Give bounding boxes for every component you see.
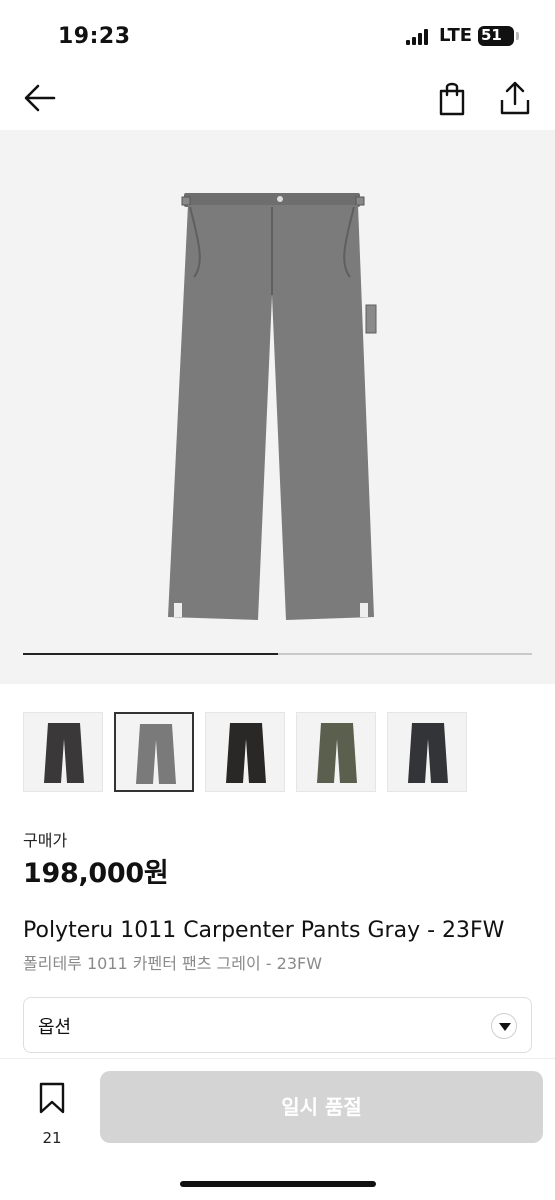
option-label: 옵션 bbox=[38, 1017, 72, 1038]
price-label: 구매가 bbox=[23, 831, 68, 850]
battery-level: 51 bbox=[481, 26, 502, 44]
thumbnail-image bbox=[136, 724, 176, 784]
thumbnail-4[interactable] bbox=[296, 712, 376, 792]
network-type: LTE bbox=[439, 25, 473, 46]
thumbnail-5[interactable] bbox=[387, 712, 467, 792]
sold-out-button[interactable]: 일시 품절 bbox=[100, 1071, 543, 1143]
product-image bbox=[168, 193, 377, 620]
signal-icon bbox=[406, 29, 430, 45]
thumbnail-3[interactable] bbox=[205, 712, 285, 792]
share-button[interactable] bbox=[495, 78, 535, 118]
back-button[interactable] bbox=[20, 78, 60, 118]
product-name-korean: 폴리테루 1011 카펜터 팬츠 그레이 - 23FW bbox=[23, 954, 323, 973]
shopping-bag-icon bbox=[439, 82, 465, 116]
bookmark-icon bbox=[39, 1082, 65, 1114]
chevron-down-icon bbox=[491, 1013, 517, 1039]
product-image-gallery[interactable] bbox=[0, 130, 555, 684]
thumbnail-image bbox=[408, 723, 448, 783]
thumbnail-1[interactable] bbox=[23, 712, 103, 792]
gallery-progress-fill bbox=[23, 653, 278, 655]
arrow-left-icon bbox=[24, 84, 56, 112]
battery-icon: 51 bbox=[478, 26, 519, 46]
status-bar: 19:23 LTE 51 bbox=[0, 0, 555, 70]
thumbnail-image bbox=[317, 723, 357, 783]
status-time: 19:23 bbox=[58, 24, 131, 49]
product-name-english: Polyteru 1011 Carpenter Pants Gray - 23F… bbox=[23, 918, 505, 943]
thumbnail-image bbox=[226, 723, 266, 783]
share-icon bbox=[500, 81, 530, 115]
cart-button[interactable] bbox=[432, 78, 472, 118]
bottom-action-bar: 21 일시 품절 bbox=[0, 1058, 555, 1200]
price-value: 198,000원 bbox=[23, 858, 169, 889]
option-select[interactable]: 옵션 bbox=[23, 997, 532, 1053]
thumbnail-strip bbox=[23, 712, 543, 792]
thumbnail-2[interactable] bbox=[114, 712, 194, 792]
top-nav bbox=[0, 70, 555, 128]
bookmark-button[interactable]: 21 bbox=[30, 1077, 74, 1147]
gallery-progress-bar bbox=[23, 653, 532, 655]
thumbnail-image bbox=[44, 723, 84, 783]
home-indicator bbox=[180, 1181, 376, 1187]
bookmark-count: 21 bbox=[42, 1129, 62, 1147]
